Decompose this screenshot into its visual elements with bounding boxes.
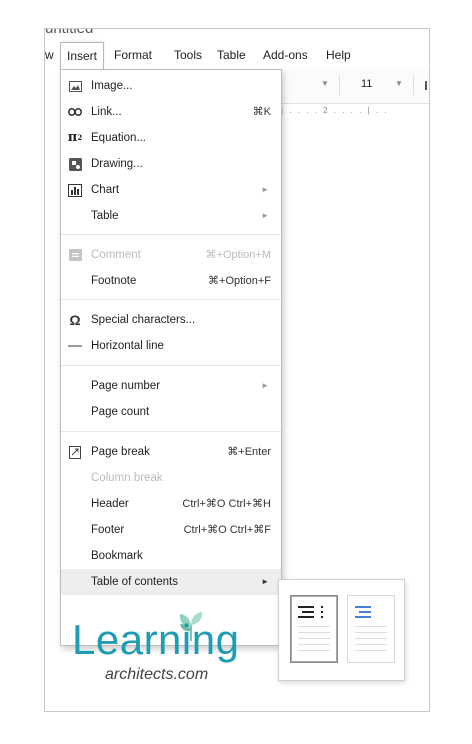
toc-with-page-numbers-icon: [291, 606, 337, 665]
menu-item-page-number[interactable]: Page number ►: [61, 373, 281, 399]
menu-view-partial[interactable]: w: [45, 48, 54, 62]
menu-item-footnote[interactable]: Footnote ⌘+Option+F: [61, 268, 281, 294]
menu-divider: [61, 431, 281, 432]
shortcut-text: ⌘+Enter: [227, 446, 271, 458]
link-icon: [66, 99, 84, 125]
menu-item-label: Bookmark: [91, 550, 143, 562]
equation-icon: π2: [67, 130, 83, 145]
menu-item-label: Footnote: [91, 275, 137, 287]
submenu-arrow-icon: ►: [261, 211, 269, 220]
menu-item-bookmark[interactable]: Bookmark: [61, 543, 281, 569]
menu-help[interactable]: Help: [326, 48, 351, 62]
menu-item-label: Link...: [91, 106, 122, 118]
submenu-arrow-icon: ►: [261, 381, 269, 390]
menu-item-table-of-contents[interactable]: Table of contents ►: [61, 569, 281, 595]
shortcut-text: ⌘K: [252, 106, 271, 118]
image-icon: [66, 73, 84, 99]
menu-divider: [61, 234, 281, 235]
menu-divider: [61, 299, 281, 300]
menu-addons[interactable]: Add-ons: [263, 48, 308, 62]
chart-icon: [66, 177, 84, 203]
toc-submenu: [278, 579, 405, 681]
toolbar: ▼ 11 ▼: [263, 69, 429, 104]
menu-item-header[interactable]: Header Ctrl+⌘O Ctrl+⌘H: [61, 491, 281, 517]
toolbar-divider: [339, 75, 340, 95]
menu-item-horizontal-line[interactable]: Horizontal line: [61, 333, 281, 359]
menu-item-label: Drawing...: [91, 158, 143, 170]
horizontal-line-icon: [66, 333, 84, 359]
submenu-arrow-icon: ►: [261, 185, 269, 194]
bold-button-partial[interactable]: [425, 81, 427, 90]
font-size-value[interactable]: 11: [361, 78, 372, 90]
toc-with-blue-links-icon: [348, 606, 394, 665]
menu-item-table[interactable]: Table ►: [61, 203, 281, 229]
menu-item-page-break[interactable]: Page break ⌘+Enter: [61, 439, 281, 465]
menu-item-label: Chart: [91, 184, 120, 196]
toolbar-divider: [413, 75, 414, 95]
menu-divider: [61, 365, 281, 366]
ruler[interactable]: | . . . . 2 . . . . | . .: [263, 104, 429, 118]
menu-item-label: Table of contents: [91, 576, 178, 588]
menu-item-comment[interactable]: Comment ⌘+Option+M: [61, 242, 281, 268]
font-size-dropdown-arrow-icon[interactable]: ▼: [395, 79, 403, 88]
menu-item-chart[interactable]: Chart ►: [61, 177, 281, 203]
insert-menu-dropdown: Image... Link... ⌘K π2 Equation... Drawi…: [60, 69, 282, 646]
shortcut-text: Ctrl+⌘O Ctrl+⌘H: [182, 498, 271, 510]
menu-item-label: Equation...: [91, 132, 146, 144]
app-window: untitled w Insert Format Tools Table Add…: [44, 28, 430, 712]
shortcut-text: ⌘+Option+M: [205, 249, 271, 261]
menu-item-footer[interactable]: Footer Ctrl+⌘O Ctrl+⌘F: [61, 517, 281, 543]
logo-subtitle: architects.com: [105, 666, 209, 683]
font-dropdown-arrow-icon[interactable]: ▼: [321, 79, 329, 88]
menu-table[interactable]: Table: [217, 48, 246, 62]
menu-item-label: Table: [91, 210, 119, 222]
menu-item-label: Header: [91, 498, 129, 510]
omega-icon: Ω: [69, 312, 81, 328]
menu-item-special-characters[interactable]: Ω Special characters...: [61, 307, 281, 333]
menu-item-label: Image...: [91, 80, 133, 92]
menu-item-label: Page count: [91, 406, 150, 418]
menu-item-label: Comment: [91, 249, 141, 261]
menu-item-drawing[interactable]: Drawing...: [61, 151, 281, 177]
menu-item-label: Footer: [91, 524, 125, 536]
menu-format[interactable]: Format: [114, 48, 152, 62]
menu-item-image[interactable]: Image...: [61, 73, 281, 99]
menu-item-label: Horizontal line: [91, 340, 164, 352]
menu-bar: w Insert Format Tools Table Add-ons Help: [45, 42, 429, 69]
document-title[interactable]: untitled: [45, 29, 93, 37]
page-break-icon: [66, 439, 84, 465]
comment-icon: [66, 242, 84, 268]
menu-item-label: Page break: [91, 446, 150, 458]
menu-item-label: Column break: [91, 472, 163, 484]
menu-insert[interactable]: Insert: [60, 42, 105, 69]
shortcut-text: Ctrl+⌘O Ctrl+⌘F: [183, 524, 271, 536]
menu-item-link[interactable]: Link... ⌘K: [61, 99, 281, 125]
menu-tools[interactable]: Tools: [174, 48, 202, 62]
logo-wordmark: Learning: [72, 616, 240, 663]
menu-item-label: Special characters...: [91, 314, 196, 326]
toc-with-blue-links-option[interactable]: [347, 595, 395, 663]
menu-item-equation[interactable]: π2 Equation...: [61, 125, 281, 151]
menu-item-page-count[interactable]: Page count: [61, 399, 281, 425]
submenu-arrow-icon: ►: [261, 577, 269, 586]
drawing-icon: [66, 151, 84, 177]
toc-with-page-numbers-option[interactable]: [290, 595, 338, 663]
menu-item-label: Page number: [91, 380, 161, 392]
menu-item-column-break[interactable]: Column break: [61, 465, 281, 491]
shortcut-text: ⌘+Option+F: [208, 275, 271, 287]
